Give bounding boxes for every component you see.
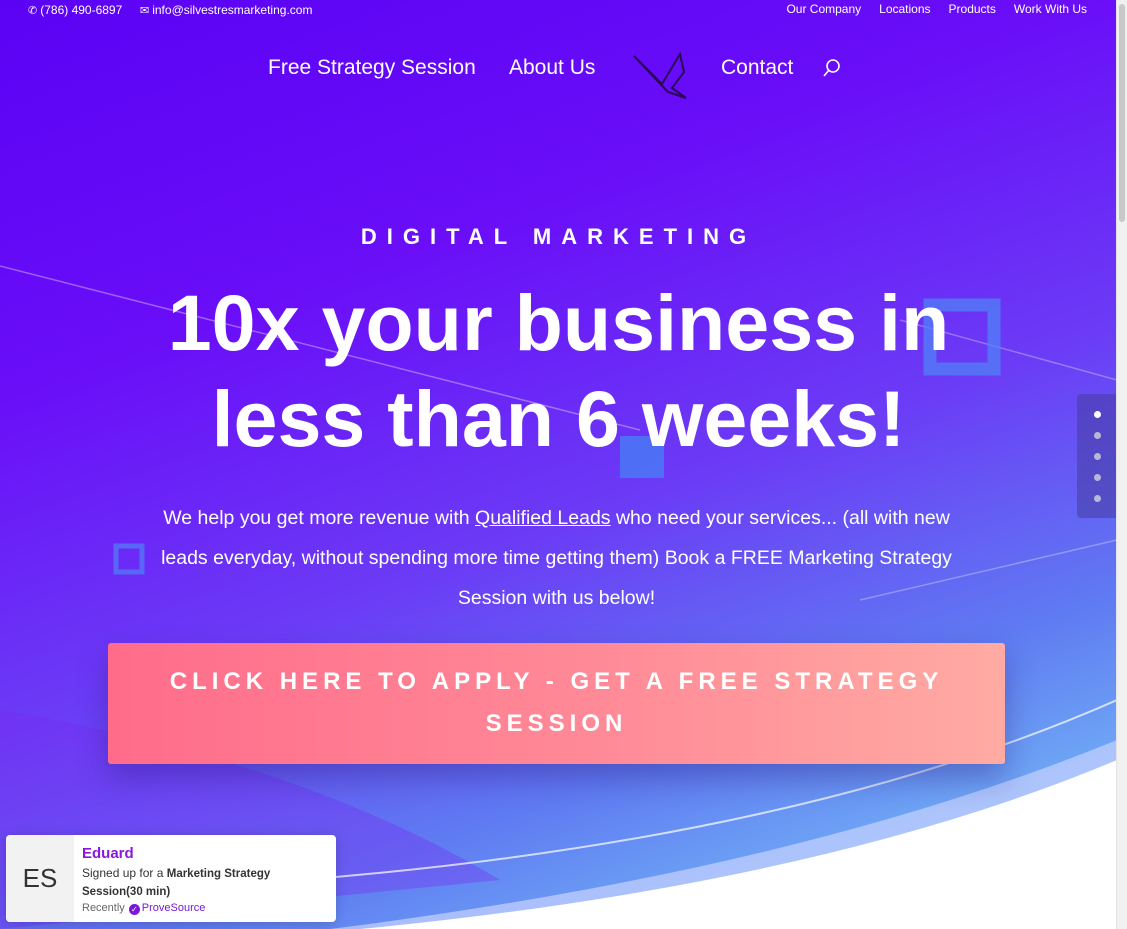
phone-number: (786) 490-6897 <box>40 3 123 17</box>
subtext-before: We help you get more revenue with <box>163 507 476 529</box>
dot-section-3[interactable] <box>1094 453 1101 460</box>
logo-bird-icon[interactable] <box>632 48 688 108</box>
toast-message-prefix: Signed up for a <box>82 866 167 880</box>
top-bar: ✆ (786) 490-6897 ✉ info@silvestresmarketin… <box>0 0 1117 22</box>
provesource-notification[interactable]: ES Eduard Signed up for a Marketing Stra… <box>6 835 336 922</box>
email-address: info@silvestresmarketing.com <box>152 3 313 17</box>
avatar: ES <box>6 835 74 922</box>
nav-contact[interactable]: Contact <box>721 56 793 80</box>
nav-about-us[interactable]: About Us <box>509 56 595 80</box>
dot-section-4[interactable] <box>1094 474 1101 481</box>
main-nav: Free Strategy Session About Us Contact <box>0 51 1117 99</box>
headline-line-1: 10x your business in <box>167 278 950 367</box>
toast-name: Eduard <box>82 845 134 862</box>
hero-section: ✆ (786) 490-6897 ✉ info@silvestresmarketin… <box>0 0 1117 929</box>
hero-subtext: We help you get more revenue with Qualif… <box>150 498 963 618</box>
menu-work-with-us[interactable]: Work With Us <box>1014 2 1087 16</box>
phone-link[interactable]: ✆ (786) 490-6897 <box>28 3 122 17</box>
toast-message: Signed up for a Marketing Strategy Sessi… <box>82 865 322 901</box>
menu-our-company[interactable]: Our Company <box>786 2 861 16</box>
verified-check-icon: ✓ <box>128 904 140 915</box>
scrollbar-thumb[interactable] <box>1119 4 1125 222</box>
nav-free-strategy-session[interactable]: Free Strategy Session <box>268 56 476 80</box>
mail-icon: ✉ <box>140 5 150 17</box>
hero-eyebrow: DIGITAL MARKETING <box>360 224 757 249</box>
toast-time: Recently <box>82 902 125 914</box>
dot-section-2[interactable] <box>1094 432 1101 439</box>
menu-locations[interactable]: Locations <box>879 2 930 16</box>
section-dot-nav <box>1077 394 1117 518</box>
dot-section-5[interactable] <box>1094 495 1101 502</box>
apply-cta-button[interactable]: CLICK HERE TO APPLY - GET A FREE STRATEG… <box>108 643 1005 764</box>
secondary-menu: Our Company Locations Products Work With… <box>786 2 1087 16</box>
provesource-brand[interactable]: ProveSource <box>142 902 206 914</box>
toast-footer: Recently ✓ ProveSource <box>82 902 205 915</box>
qualified-leads-link[interactable]: Qualified Leads <box>475 507 611 529</box>
page-scrollbar[interactable] <box>1116 0 1127 929</box>
search-icon[interactable] <box>823 58 841 84</box>
hero-headline: 10x your business in less than 6 weeks! <box>0 275 1117 467</box>
menu-products[interactable]: Products <box>949 2 996 16</box>
email-link[interactable]: ✉ info@silvestresmarketing.com <box>140 3 312 17</box>
phone-icon: ✆ <box>28 5 38 17</box>
headline-line-2: less than 6 weeks! <box>211 374 906 463</box>
dot-section-1[interactable] <box>1094 411 1101 418</box>
